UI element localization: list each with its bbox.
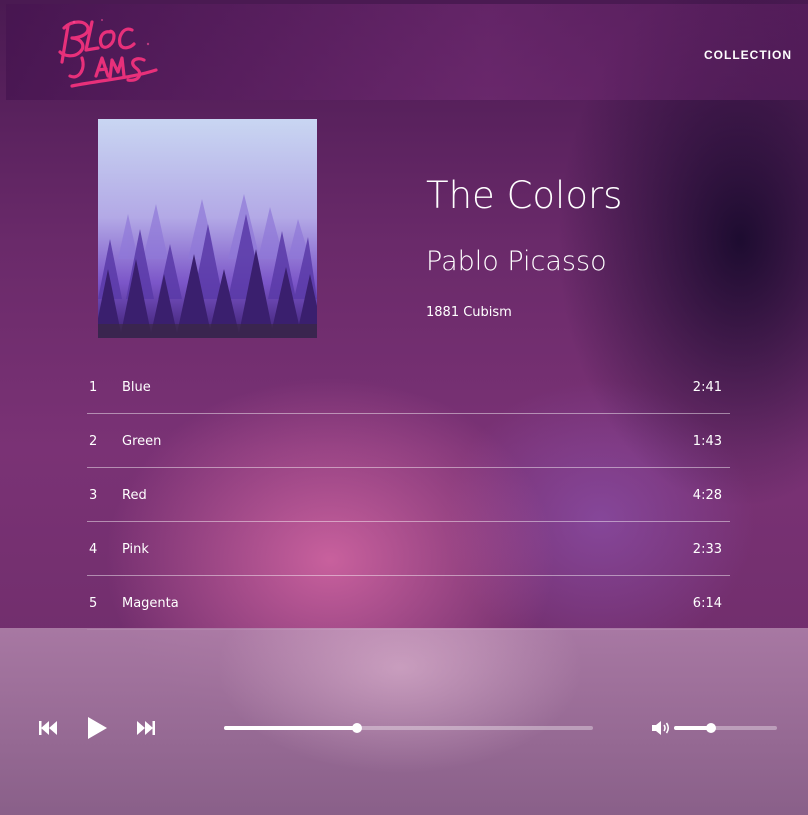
seek-bar[interactable] — [224, 723, 593, 733]
song-duration: 2:41 — [692, 380, 722, 395]
volume-button[interactable] — [651, 719, 671, 737]
navbar: COLLECTION — [6, 4, 808, 100]
volume-bar[interactable] — [674, 723, 777, 733]
song-title: Magenta — [122, 596, 179, 611]
song-row[interactable]: 2 Green 1:43 — [87, 414, 730, 468]
song-number: 2 — [89, 434, 98, 449]
song-duration: 4:28 — [692, 488, 722, 503]
song-title: Pink — [122, 542, 149, 557]
next-button[interactable] — [136, 720, 156, 736]
seek-bar-thumb[interactable] — [351, 723, 362, 733]
album-title: The Colors — [426, 174, 623, 217]
song-row[interactable]: 4 Pink 2:33 — [87, 522, 730, 576]
play-icon — [88, 717, 107, 739]
song-list: 1 Blue 2:41 2 Green 1:43 3 Red 4:28 4 Pi… — [87, 360, 730, 630]
song-number: 1 — [89, 380, 98, 395]
song-title: Blue — [122, 380, 151, 395]
previous-button[interactable] — [38, 720, 58, 736]
song-duration: 6:14 — [692, 596, 722, 611]
player-bar — [0, 628, 808, 815]
skip-next-icon — [137, 721, 155, 735]
collection-link[interactable]: COLLECTION — [704, 48, 792, 62]
song-number: 4 — [89, 542, 98, 557]
song-row[interactable]: 1 Blue 2:41 — [87, 360, 730, 414]
misty-forest-cover — [98, 119, 317, 338]
song-row[interactable]: 5 Magenta 6:14 — [87, 576, 730, 630]
album-artist: Pablo Picasso — [426, 246, 607, 277]
song-duration: 1:43 — [692, 434, 722, 449]
logo-graphic — [58, 19, 158, 88]
volume-icon — [652, 721, 670, 735]
album-cover — [98, 119, 317, 338]
seek-bar-fill — [224, 726, 357, 730]
song-duration: 2:33 — [692, 542, 722, 557]
album-release-info: 1881 Cubism — [426, 305, 512, 320]
play-button[interactable] — [86, 716, 108, 740]
bloc-jams-logo[interactable] — [52, 14, 162, 92]
song-title: Green — [122, 434, 162, 449]
skip-previous-icon — [39, 721, 57, 735]
volume-bar-thumb[interactable] — [706, 723, 717, 733]
song-row[interactable]: 3 Red 4:28 — [87, 468, 730, 522]
song-title: Red — [122, 488, 147, 503]
song-number: 5 — [89, 596, 98, 611]
song-number: 3 — [89, 488, 98, 503]
